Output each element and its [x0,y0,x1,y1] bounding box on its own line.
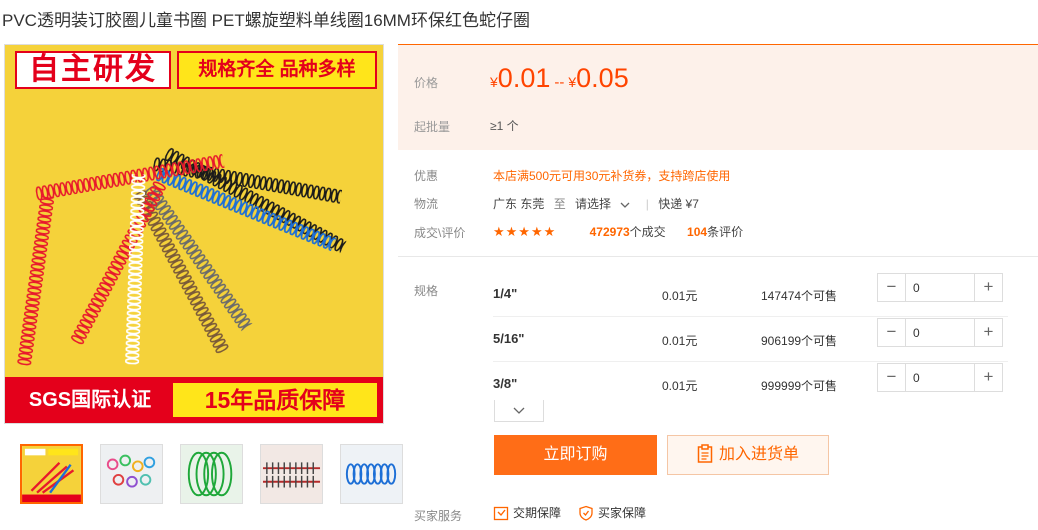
sku-row: 3/8" 0.01元 999999个可售 − + [493,363,1023,408]
rating-stars: ★★★★★ [493,224,557,239]
sku-stock: 906199个可售 [761,334,838,348]
sku-row: 1/4" 0.01元 147474个可售 − + [493,273,1023,318]
decrease-button[interactable]: − [878,364,905,391]
service-label: 买家服务 [414,509,463,523]
review-suffix: 条评价 [707,225,744,239]
thumbnail-5[interactable] [340,444,403,504]
service-delivery[interactable]: 交期保障 [493,504,561,521]
divider [398,256,1038,257]
sku-price: 0.01元 [662,379,698,393]
clipboard-icon [697,444,713,463]
sku-stock: 147474个可售 [761,289,838,303]
ship-to: 至 [553,197,566,211]
orders-suffix: 个成交 [629,225,666,239]
sku-stock: 999999个可售 [761,379,838,393]
spiral-binding-coils-illustration [17,147,347,366]
chevron-down-icon [620,202,630,208]
quantity-input[interactable] [905,274,975,301]
review-count[interactable]: 104 [687,225,707,239]
quantity-stepper: − + [877,273,1003,302]
increase-button[interactable]: + [975,319,1002,346]
add-to-cart-label: 加入进货单 [718,446,799,463]
banner-full-specs: 规格齐全 品种多样 [177,51,377,89]
price-panel: 价格 ¥0.01 -- ¥0.05 起批量 ≥1 个 [398,44,1038,150]
add-to-cart-button[interactable]: 加入进货单 [667,435,829,475]
decrease-button[interactable]: − [878,319,905,346]
thumbnail-strip [20,444,403,504]
quantity-stepper: − + [877,363,1003,392]
thumbnail-1[interactable] [20,444,83,504]
sku-name: 1/4" [493,286,518,301]
destination-value: 请选择 [575,197,612,211]
order-now-button[interactable]: 立即订购 [494,435,657,475]
quantity-stepper: − + [877,318,1003,347]
price-high: 0.05 [576,63,629,93]
price-range: ¥0.01 -- ¥0.05 [490,63,629,94]
sku-name: 3/8" [493,376,518,391]
chevron-down-icon [513,407,525,414]
price-separator: -- [554,74,565,91]
price-label: 价格 [414,76,439,90]
product-title: PVC透明装订胶圈儿童书圈 PET螺旋塑料单线圈16MM环保红色蛇仔圈 [2,11,530,30]
ship-method: 快递 ¥7 [658,197,699,211]
quantity-input[interactable] [905,319,975,346]
shield-icon [579,505,593,521]
currency-symbol: ¥ [490,74,498,90]
thumbnail-3[interactable] [180,444,243,504]
logistics-info: 广东 东莞 至 请选择 | 快递 ¥7 [493,195,699,212]
ship-origin: 广东 东莞 [493,197,545,211]
orders-count[interactable]: 472973 [590,225,630,239]
logistics-label: 物流 [414,197,439,211]
moq-value: ≥1 个 [490,119,519,133]
destination-select[interactable]: 请选择 [575,197,630,211]
banner-quality-guarantee: 15年品质保障 [173,383,377,417]
ship-divider: | [645,197,649,211]
expand-sku-button[interactable] [494,400,544,422]
sku-price: 0.01元 [662,289,698,303]
sku-name: 5/16" [493,331,525,346]
quantity-input[interactable] [905,364,975,391]
thumbnail-4[interactable] [260,444,323,504]
sku-row: 5/16" 0.01元 906199个可售 − + [493,318,1023,363]
banner-self-developed: 自主研发 [15,51,171,89]
currency-symbol: ¥ [568,74,577,90]
promo-text[interactable]: 本店满500元可用30元补货券，支持跨店使用 [493,167,730,184]
row-divider [493,361,1008,362]
sku-price: 0.01元 [662,334,698,348]
moq-label: 起批量 [414,120,451,134]
increase-button[interactable]: + [975,274,1002,301]
decrease-button[interactable]: − [878,274,905,301]
price-low: 0.01 [497,63,551,93]
main-product-image[interactable]: 自主研发 规格齐全 品种多样 SGS国际认证 15年品质保障 [4,44,384,424]
delivery-guarantee-icon [493,506,509,520]
sku-label: 规格 [414,284,439,298]
increase-button[interactable]: + [975,364,1002,391]
banner-sgs: SGS国际认证 [11,383,169,417]
service-item: 买家保障 [598,506,647,520]
service-item: 交期保障 [513,506,562,520]
reviews-info: ★★★★★ 472973个成交 104条评价 [493,223,743,240]
promo-label: 优惠 [414,169,439,183]
service-buyer[interactable]: 买家保障 [578,504,646,521]
thumbnail-2[interactable] [100,444,163,504]
reviews-label: 成交\评价 [414,226,466,240]
row-divider [493,316,1008,317]
